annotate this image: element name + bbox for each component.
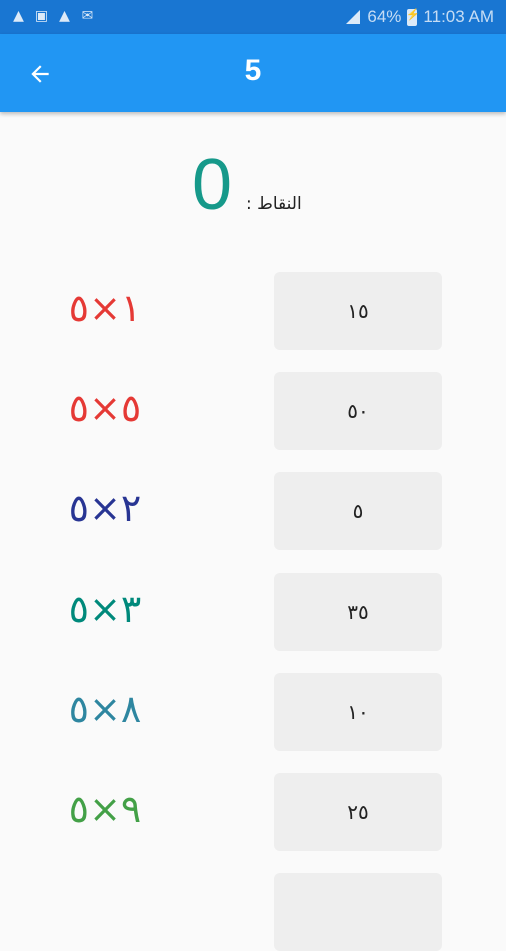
answer-button[interactable]: ٥٠ (274, 372, 442, 450)
question-row: ١×٥ ١٥ (0, 272, 506, 350)
question-row: ٣×٥ ٣٥ (0, 573, 506, 651)
score-label: النقاط : (246, 194, 302, 214)
app-bar: 5 (0, 34, 506, 112)
answer-button[interactable]: ١٠ (274, 673, 442, 751)
multiplication-equation: ٩×٥ (68, 787, 142, 831)
notification-icons: ▲ ▣ ▲ ✉ (10, 8, 96, 25)
warning-icon: ▲ (13, 8, 24, 24)
page-title: 5 (244, 54, 262, 87)
warning-icon: ▲ (59, 8, 70, 24)
image-icon: ▣ (34, 8, 49, 24)
score-value: 0 (192, 145, 233, 225)
multiplication-equation: ٣×٥ (68, 587, 142, 631)
question-row: ٢×٥ ٥ (0, 472, 506, 550)
system-status: 64% 11:03 AM (345, 7, 494, 27)
multiplication-equation: ٢×٥ (68, 486, 142, 530)
answer-button[interactable]: ٢٥ (274, 773, 442, 851)
question-row: ٨×٥ ١٠ (0, 673, 506, 751)
answer-button[interactable] (274, 873, 442, 951)
battery-charging-icon (406, 8, 420, 26)
score-display: 0 النقاط : (0, 140, 506, 240)
answer-button[interactable]: ٣٥ (274, 573, 442, 651)
answer-button[interactable]: ٥ (274, 472, 442, 550)
message-icon: ✉ (81, 8, 94, 24)
status-bar: ▲ ▣ ▲ ✉ 64% 11:03 AM (0, 0, 506, 34)
question-row: ٥×٥ ٥٠ (0, 372, 506, 450)
answer-button[interactable]: ١٥ (274, 272, 442, 350)
multiplication-equation: ١×٥ (68, 286, 142, 330)
multiplication-equation: ٨×٥ (68, 687, 142, 731)
clock: 11:03 AM (423, 7, 494, 26)
battery-percentage: 64% (367, 7, 402, 26)
question-row (0, 873, 506, 951)
multiplication-equation: ٥×٥ (68, 386, 142, 430)
signal-icon (346, 10, 361, 24)
question-row: ٩×٥ ٢٥ (0, 773, 506, 851)
